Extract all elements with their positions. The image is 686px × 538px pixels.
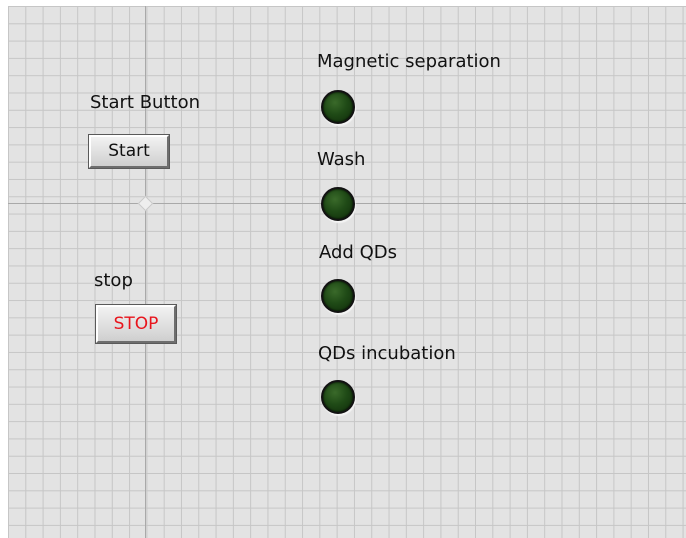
start-button-label: Start Button — [90, 92, 200, 113]
qds-incubation-led-icon — [321, 380, 355, 414]
origin-marker-icon — [137, 195, 154, 212]
wash-label: Wash — [317, 149, 366, 170]
origin-axis-vertical — [145, 6, 146, 538]
qds-incubation-label: QDs incubation — [318, 343, 456, 364]
wash-led-icon — [321, 187, 355, 221]
front-panel: Start Button Start stop STOP Magnetic se… — [8, 6, 686, 538]
stop-button[interactable]: STOP — [95, 304, 177, 344]
add-qds-label: Add QDs — [319, 242, 397, 263]
stop-button-label: stop — [94, 270, 133, 291]
magnetic-separation-led-icon — [321, 90, 355, 124]
add-qds-led-icon — [321, 279, 355, 313]
start-button[interactable]: Start — [88, 134, 170, 169]
magnetic-separation-label: Magnetic separation — [317, 51, 501, 72]
